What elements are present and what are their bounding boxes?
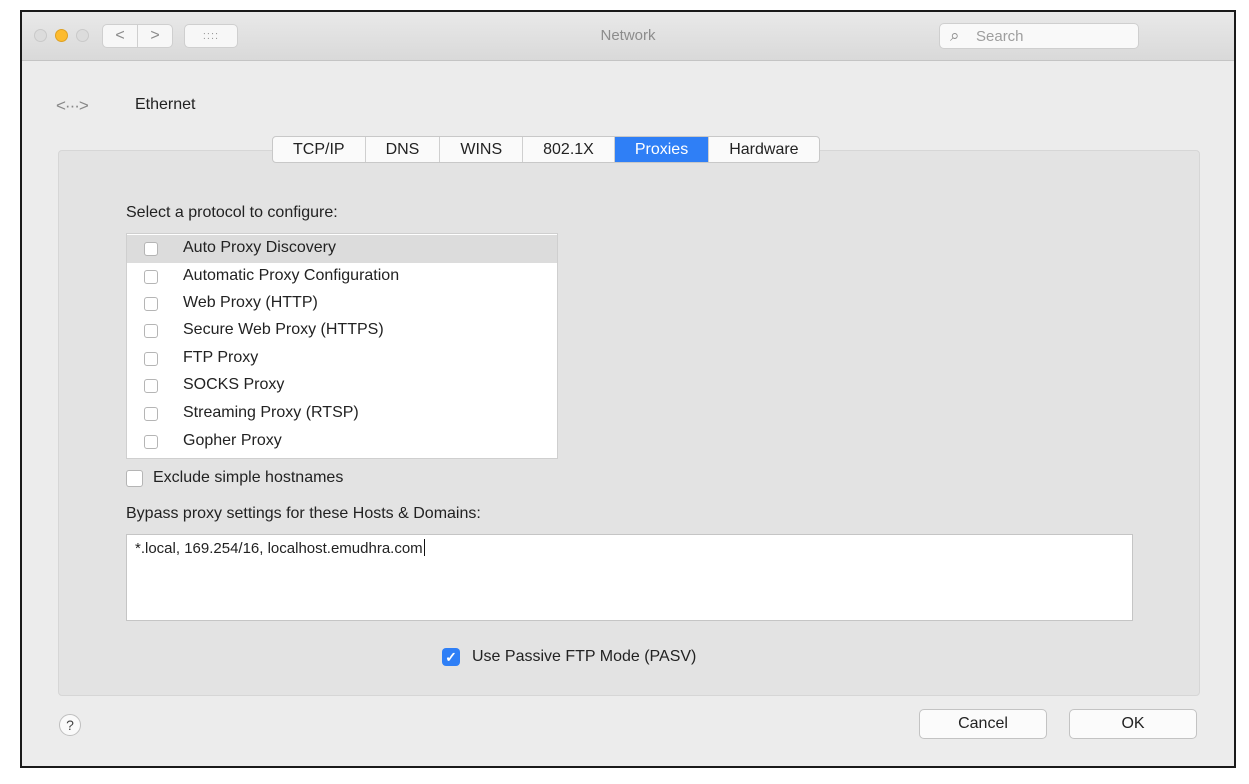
titlebar: < > :::: Network ⌕ Search [22, 12, 1234, 61]
bypass-label: Bypass proxy settings for these Hosts & … [126, 505, 481, 522]
protocol-label: Automatic Proxy Configuration [183, 267, 400, 284]
checkmark-icon: ✓ [445, 649, 457, 665]
passive-ftp-label: Use Passive FTP Mode (PASV) [472, 648, 697, 665]
protocol-label: SOCKS Proxy [183, 376, 285, 393]
help-button[interactable]: ? [59, 714, 81, 736]
protocol-row-secure-web-proxy[interactable]: Secure Web Proxy (HTTPS) [127, 317, 557, 345]
protocol-row-gopher-proxy[interactable]: Gopher Proxy [127, 428, 557, 456]
checkbox[interactable] [144, 435, 158, 449]
question-icon: ? [66, 717, 74, 733]
protocol-label: Web Proxy (HTTP) [183, 294, 318, 311]
passive-ftp-checkbox[interactable]: ✓ [442, 648, 460, 666]
tab-bar: TCP/IP DNS WINS 802.1X Proxies Hardware [272, 136, 820, 163]
tab-proxies[interactable]: Proxies [614, 137, 710, 162]
checkbox[interactable] [144, 242, 158, 256]
network-preferences-window: < > :::: Network ⌕ Search <···> Ethernet… [20, 10, 1236, 768]
protocol-list: Auto Proxy Discovery Automatic Proxy Con… [126, 233, 558, 459]
search-icon: ⌕ [950, 26, 960, 45]
tab-dns[interactable]: DNS [366, 137, 441, 162]
interface-name: Ethernet [135, 96, 196, 113]
protocol-label: Auto Proxy Discovery [183, 239, 336, 256]
protocol-row-web-proxy[interactable]: Web Proxy (HTTP) [127, 290, 557, 318]
exclude-simple-hostnames-checkbox[interactable] [126, 470, 143, 487]
protocol-row-auto-proxy-discovery[interactable]: Auto Proxy Discovery [127, 235, 557, 263]
checkbox[interactable] [144, 324, 158, 338]
checkbox[interactable] [144, 352, 158, 366]
exclude-simple-hostnames-label: Exclude simple hostnames [153, 469, 344, 486]
protocol-label: Secure Web Proxy (HTTPS) [183, 321, 384, 338]
tab-hardware[interactable]: Hardware [709, 137, 818, 162]
protocol-row-streaming-proxy[interactable]: Streaming Proxy (RTSP) [127, 400, 557, 428]
tab-tcpip[interactable]: TCP/IP [273, 137, 366, 162]
protocol-row-automatic-proxy-configuration[interactable]: Automatic Proxy Configuration [127, 263, 557, 291]
checkbox[interactable] [144, 379, 158, 393]
protocol-row-ftp-proxy[interactable]: FTP Proxy [127, 345, 557, 373]
tab-wins[interactable]: WINS [440, 137, 524, 162]
protocol-label: Streaming Proxy (RTSP) [183, 404, 359, 421]
search-placeholder: Search [976, 28, 1024, 45]
search-field[interactable]: ⌕ Search [939, 23, 1139, 49]
protocol-select-label: Select a protocol to configure: [126, 204, 338, 221]
protocol-label: FTP Proxy [183, 349, 259, 366]
cancel-button[interactable]: Cancel [919, 709, 1047, 739]
bypass-hosts-field[interactable]: *.local, 169.254/16, localhost.emudhra.c… [126, 534, 1133, 621]
bypass-hosts-value: *.local, 169.254/16, localhost.emudhra.c… [135, 540, 423, 557]
ok-button[interactable]: OK [1069, 709, 1197, 739]
text-caret [423, 539, 425, 556]
tab-8021x[interactable]: 802.1X [523, 137, 615, 162]
ethernet-icon: <···> [56, 96, 89, 115]
checkbox[interactable] [144, 407, 158, 421]
checkbox[interactable] [144, 297, 158, 311]
checkbox[interactable] [144, 270, 158, 284]
protocol-row-socks-proxy[interactable]: SOCKS Proxy [127, 372, 557, 400]
protocol-label: Gopher Proxy [183, 432, 282, 449]
